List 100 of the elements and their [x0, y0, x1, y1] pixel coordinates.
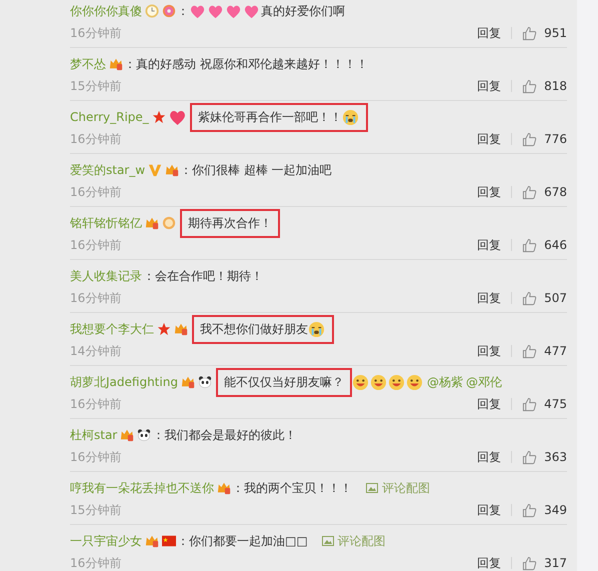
comment-time: 16分钟前 [70, 290, 122, 306]
mention-link[interactable]: @邓伦 [466, 374, 502, 390]
comment-text: 我不想你们做好朋友 [200, 320, 308, 338]
grin-emoji-icon [370, 374, 387, 390]
crown-badge-icon [217, 481, 231, 495]
like-icon[interactable] [522, 344, 538, 358]
image-link[interactable]: 评论配图 [366, 480, 430, 496]
image-link[interactable]: 评论配图 [322, 532, 386, 550]
comment-time: 16分钟前 [70, 448, 122, 466]
crown-badge-icon [120, 428, 134, 442]
like-icon[interactable] [522, 78, 538, 94]
like-count: 317 [544, 556, 567, 570]
user-name[interactable]: 铭轩铭忻铭亿 [70, 214, 142, 232]
like-icon[interactable] [522, 502, 538, 518]
grin-emoji-icon [388, 374, 405, 390]
user-name[interactable]: 我想要个李大仁 [70, 320, 154, 338]
comment-time: 15分钟前 [70, 502, 122, 518]
comment-time: 16分钟前 [70, 396, 122, 412]
like-count: 951 [544, 26, 567, 40]
reply-link[interactable]: 回复 [477, 448, 502, 466]
comment-text: 我们都会是最好的彼此！ [164, 426, 296, 444]
panda-icon [137, 428, 152, 442]
like-count: 776 [544, 132, 567, 146]
comment-text: 真的好爱你们啊 [261, 2, 345, 20]
crown-badge-icon [109, 57, 123, 71]
like-count: 818 [544, 79, 567, 93]
reply-link[interactable]: 回复 [477, 342, 502, 360]
user-name[interactable]: 梦不怂 [70, 56, 106, 72]
clock-icon [145, 4, 159, 18]
like-icon[interactable] [522, 238, 538, 252]
like-count: 678 [544, 185, 567, 199]
colon: ： [232, 480, 244, 496]
colon: ： [152, 426, 164, 444]
grin-emoji-icon [352, 374, 369, 390]
comment-time: 15分钟前 [70, 78, 122, 94]
user-name[interactable]: 美人收集记录 [70, 268, 142, 284]
like-count: 363 [544, 450, 567, 464]
colon: ： [143, 268, 155, 284]
user-name[interactable]: Cherry_Ripe_ [70, 110, 149, 124]
crying-emoji-icon [308, 320, 325, 338]
user-name[interactable]: 哼我有一朵花丢掉也不送你 [70, 480, 214, 496]
like-icon[interactable] [522, 132, 538, 146]
grin-emoji-icon [406, 374, 423, 390]
like-icon[interactable] [522, 26, 538, 40]
reply-link[interactable]: 回复 [477, 554, 502, 571]
crown-badge-icon [174, 322, 188, 336]
colon: ： [177, 2, 189, 20]
like-count: 646 [544, 238, 567, 252]
panda-icon [198, 375, 212, 389]
like-icon[interactable] [522, 396, 538, 412]
image-icon [322, 535, 334, 547]
crown-badge-icon [145, 534, 159, 548]
user-name[interactable]: 胡萝北Jadefighting [70, 374, 178, 390]
user-name[interactable]: 你你你你真傻 [70, 2, 142, 20]
mention-link[interactable]: @杨紫 [426, 374, 463, 390]
reply-link[interactable]: 回复 [477, 502, 502, 518]
crown-badge-icon [145, 216, 159, 230]
reply-link[interactable]: 回复 [477, 396, 502, 412]
colon: ： [180, 162, 192, 178]
user-name[interactable]: 一只宇宙少女 [70, 532, 142, 550]
reply-link[interactable]: 回复 [477, 184, 502, 200]
comment-text: 会在合作吧！期待！ [155, 268, 263, 284]
comment-text: 能不仅仅当好朋友嘛？ [224, 374, 344, 390]
comment-time: 16分钟前 [70, 130, 122, 148]
colon: ： [177, 532, 189, 550]
comment-time: 14分钟前 [70, 342, 122, 360]
comment-time: 16分钟前 [70, 236, 122, 254]
comment-text: 真的好感动 祝愿你和邓伦越来越好！！！！ [136, 56, 368, 72]
comment-text: 期待再次合作！ [188, 214, 272, 232]
reply-link[interactable]: 回复 [477, 290, 502, 306]
reply-link[interactable]: 回复 [477, 78, 502, 94]
crown-badge-icon [180, 375, 195, 389]
reply-link[interactable]: 回复 [477, 130, 502, 148]
user-name[interactable]: 杜柯star [70, 426, 118, 444]
like-count: 475 [544, 397, 567, 411]
colon: ： [124, 56, 136, 72]
like-icon[interactable] [522, 556, 538, 570]
reply-link[interactable]: 回复 [477, 24, 502, 42]
user-name[interactable]: 爱笑的star_w [70, 162, 146, 178]
like-icon[interactable] [522, 184, 538, 200]
reply-link[interactable]: 回复 [477, 236, 502, 254]
comment-text: 你们很棒 超棒 一起加油吧 [192, 162, 332, 178]
like-icon[interactable] [522, 290, 538, 306]
donut-icon [162, 4, 176, 18]
like-count: 507 [544, 291, 567, 305]
like-count: 349 [544, 503, 567, 517]
flag-icon [162, 534, 176, 548]
crying-emoji-icon [342, 108, 359, 126]
v-badge-icon [148, 163, 162, 177]
comment-time: 16分钟前 [70, 24, 122, 42]
star-icon [152, 110, 166, 124]
like-icon[interactable] [522, 450, 538, 464]
comment-time: 16分钟前 [70, 184, 122, 200]
heart-icon [168, 108, 186, 126]
comment-text: 我的两个宝贝！！！ [244, 480, 352, 496]
crown-badge-icon [165, 163, 180, 177]
comment-text: 紫妹伦哥再合作一部吧！！ [198, 108, 342, 126]
like-count: 477 [544, 344, 567, 358]
comment-text: 你们都要一起加油□□ [189, 532, 308, 550]
image-icon [366, 482, 378, 494]
